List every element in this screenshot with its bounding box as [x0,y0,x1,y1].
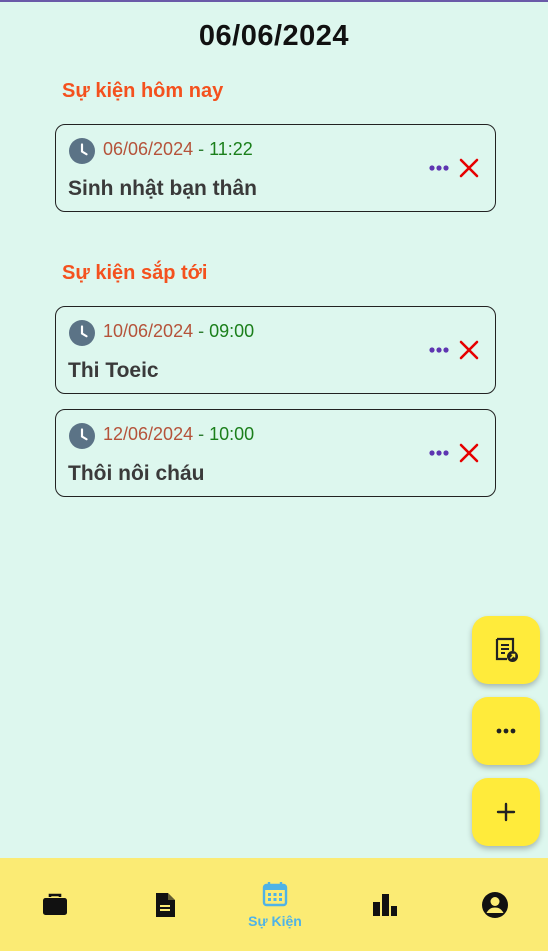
add-icon [496,802,516,822]
event-date: 12/06/2024 [103,424,194,444]
event-time: 10:00 [209,424,255,444]
clock-icon [69,138,95,164]
more-icon[interactable] [428,343,450,357]
clock-icon [69,423,95,449]
nav-item-work[interactable] [0,858,110,951]
section-title-upcoming: Sự kiện sắp tới [62,262,208,284]
report-icon [495,637,518,662]
event-time: 09:00 [209,321,255,341]
more-icon[interactable] [428,161,450,175]
event-card[interactable]: 10/06/2024 - 09:00 Thi Toeic [55,306,496,394]
clock-icon [69,320,95,346]
page-title: 06/06/2024 [198,20,350,52]
event-time: 11:22 [209,139,253,159]
event-name: Thi Toeic [68,359,159,382]
event-date: 06/06/2024 [103,139,194,159]
event-separator: - [193,321,210,341]
account-icon [482,891,508,918]
event-datetime: 12/06/2024 - 10:00 [103,424,254,445]
bottom-navigation: Sự Kiện [0,858,548,951]
nav-item-statistics[interactable] [330,858,440,951]
nav-label-events: Sự Kiện [248,912,302,929]
more-icon[interactable] [428,446,450,460]
report-fab-button[interactable] [472,616,540,684]
event-datetime: 06/06/2024 - 11:22 [103,139,253,160]
more-fab-button[interactable] [472,697,540,765]
calendar-icon [262,881,288,906]
section-title-today: Sự kiện hôm nay [62,80,224,102]
event-separator: - [193,424,210,444]
event-card[interactable]: 12/06/2024 - 10:00 Thôi nôi cháu [55,409,496,497]
event-name: Thôi nôi cháu [68,462,205,485]
briefcase-icon [43,893,67,915]
nav-item-notes[interactable] [110,858,220,951]
add-fab-button[interactable] [472,778,540,846]
event-card[interactable]: 06/06/2024 - 11:22 Sinh nhật bạn thân [55,124,496,212]
document-icon [156,892,175,917]
more-horizontal-icon [496,728,516,734]
close-icon[interactable] [459,443,479,463]
close-icon[interactable] [459,158,479,178]
event-name: Sinh nhật bạn thân [68,177,257,200]
bar-chart-icon [373,893,397,916]
event-date: 10/06/2024 [103,321,194,341]
event-separator: - [193,139,210,159]
close-icon[interactable] [459,340,479,360]
nav-item-account[interactable] [440,858,548,951]
event-datetime: 10/06/2024 - 09:00 [103,321,254,342]
nav-item-events[interactable]: Sự Kiện [220,858,330,951]
